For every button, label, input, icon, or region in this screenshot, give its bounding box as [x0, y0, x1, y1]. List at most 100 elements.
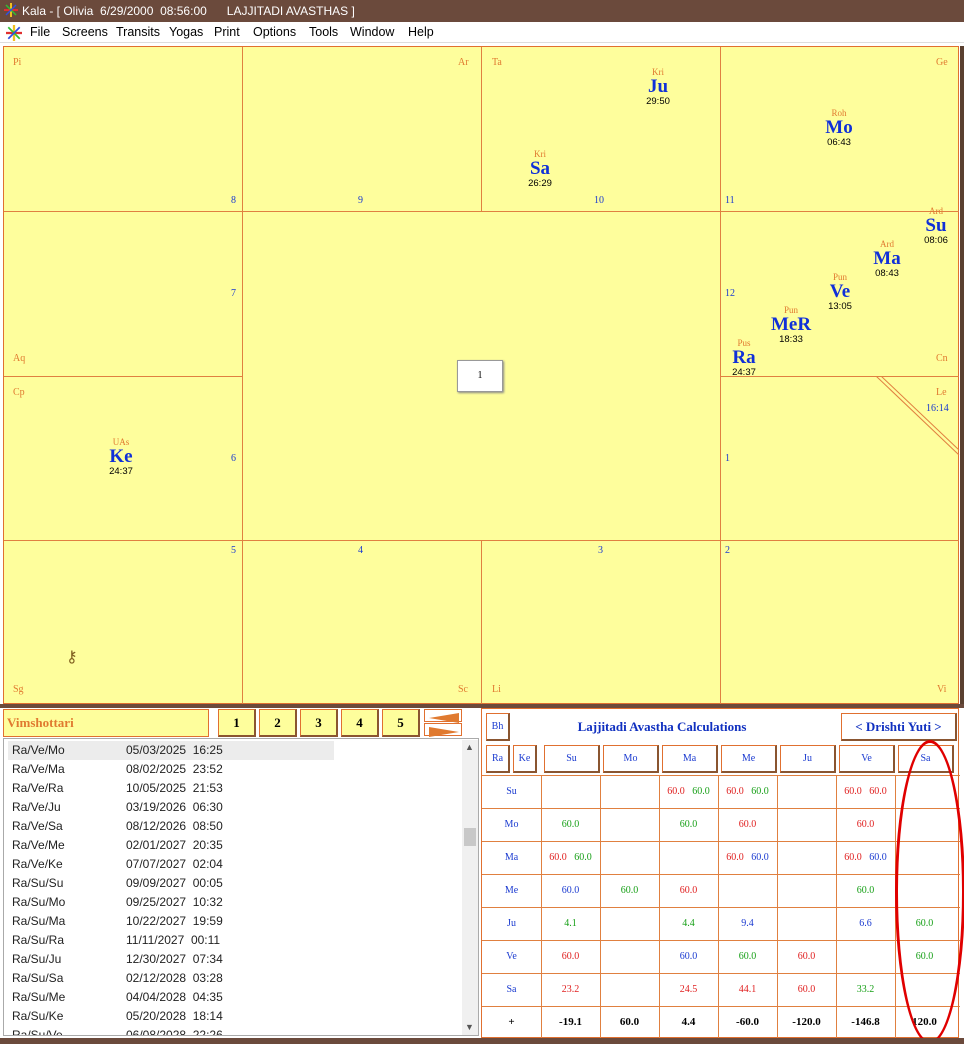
menu-file[interactable]: File [30, 22, 50, 43]
planet-name: Sa [529, 158, 551, 179]
planet-degree: 06:43 [827, 137, 851, 148]
dasha-date: 12/30/2027 07:34 [126, 952, 223, 966]
total-ma: 4.4 [681, 1016, 696, 1028]
planet-ju[interactable]: Kri Ju 29:50 [628, 67, 688, 107]
avastha-cell: 4.4 [659, 918, 718, 929]
list-item[interactable]: Ra/Ve/Mo 05/03/2025 16:25 [8, 741, 334, 760]
avastha-value: 60.0 [726, 852, 744, 863]
column-header-me[interactable]: Me [721, 745, 777, 773]
menu-window[interactable]: Window [350, 22, 394, 43]
column-header-su[interactable]: Su [544, 745, 600, 773]
avastha-value: 60.0 [844, 852, 862, 863]
ra-button[interactable]: Ra [486, 745, 510, 773]
bh-button[interactable]: Bh [486, 713, 510, 741]
sign-label-sg: Sg [13, 684, 24, 695]
avastha-value: 24.5 [679, 984, 698, 995]
avastha-cell: 60.0 60.0 [836, 786, 895, 797]
ke-button[interactable]: Ke [513, 745, 537, 773]
dasha-level-button-3[interactable]: 3 [300, 709, 338, 737]
kala-menu-icon[interactable] [6, 25, 22, 41]
rasi-chart[interactable]: Pi Ar Ta Ge Aq Cn Cp Le Sg Sc Li Vi 8 9 … [3, 46, 960, 704]
dasha-system-label[interactable]: Vimshottari [3, 709, 209, 737]
sign-label-ta: Ta [492, 57, 502, 68]
avastha-cell: 60.0 [777, 984, 836, 995]
dasha-lord: Ra/Ve/Mo [12, 743, 65, 757]
avastha-value: 23.2 [561, 984, 580, 995]
column-header-ve[interactable]: Ve [839, 745, 895, 773]
sign-label-aq: Aq [13, 353, 26, 364]
dasha-level-button-2[interactable]: 2 [259, 709, 297, 737]
dasha-level-button-4[interactable]: 4 [341, 709, 379, 737]
avastha-cell: 4.1 [541, 918, 600, 929]
dasha-lord: Ra/Su/Su [12, 876, 64, 890]
row-label-ma: Ma [504, 852, 519, 863]
arrow-left-icon [429, 713, 459, 723]
dasha-lord: Ra/Ve/Ju [12, 800, 61, 814]
avastha-value: 60.0 [679, 951, 698, 962]
dasha-date: 10/05/2025 21:53 [126, 781, 223, 795]
grid-line [4, 540, 959, 541]
dasha-level-button-1[interactable]: 1 [218, 709, 256, 737]
planet-ke[interactable]: UAs Ke 24:37 [91, 437, 151, 477]
menu-print[interactable]: Print [214, 22, 240, 43]
planet-degree: 24:37 [109, 466, 133, 477]
dasha-lord: Ra/Ve/Sa [12, 819, 63, 833]
menu-tools[interactable]: Tools [309, 22, 338, 43]
menu-options[interactable]: Options [253, 22, 296, 43]
column-header-ju[interactable]: Ju [780, 745, 836, 773]
drishti-yuti-button[interactable]: < Drishti Yuti > [841, 713, 957, 741]
planet-sa[interactable]: Kri Sa 26:29 [510, 149, 570, 189]
planet-ra[interactable]: Pus Ra 24:37 [714, 338, 774, 378]
avastha-value: 60.0 [679, 885, 698, 896]
dasha-lord: Ra/Su/Me [12, 990, 66, 1004]
dasha-date: 08/02/2025 23:52 [126, 762, 223, 776]
dasha-list[interactable]: Ra/Ve/Mo 05/03/2025 16:25 Ra/Ve/Ma 08/02/2… [3, 738, 479, 1036]
column-header-ma[interactable]: Ma [662, 745, 718, 773]
window-title: Kala - [ Olivia 6/29/2000 08:56:00 LAJJI… [22, 4, 355, 18]
house-number: 10 [594, 195, 604, 206]
avastha-value: 60.0 [869, 852, 887, 863]
grid-line [600, 775, 601, 1039]
menu-screens[interactable]: Screens [62, 22, 108, 43]
avastha-cell: 24.5 [659, 984, 718, 995]
avastha-value: 60.0 [751, 786, 769, 797]
avastha-value: 60.0 [667, 786, 685, 797]
prev-button[interactable] [424, 709, 462, 723]
avastha-value: 4.1 [564, 918, 577, 929]
avastha-cell: 60.0 [541, 819, 600, 830]
next-button[interactable] [424, 723, 462, 737]
center-button[interactable]: 1 [457, 360, 503, 392]
title-bar: Kala - [ Olivia 6/29/2000 08:56:00 LAJJI… [0, 0, 964, 22]
column-header-mo[interactable]: Mo [603, 745, 659, 773]
scrollbar[interactable]: ▲ ▼ [462, 740, 478, 1035]
avastha-value: 33.2 [856, 984, 875, 995]
scroll-up-icon[interactable]: ▲ [465, 742, 474, 752]
menu-transits[interactable]: Transits [116, 22, 160, 43]
sign-label-le: Le [936, 387, 947, 398]
planet-name: Su [925, 215, 947, 236]
avastha-panel: Bh Lajjitadi Avastha Calculations < Dris… [481, 708, 960, 1039]
total-su: -19.1 [559, 1016, 582, 1028]
menu-help[interactable]: Help [408, 22, 434, 43]
scroll-down-icon[interactable]: ▼ [465, 1022, 474, 1032]
avastha-cell: 60.0 60.0 [718, 786, 777, 797]
dasha-level-button-5[interactable]: 5 [382, 709, 420, 737]
arrow-right-icon [429, 727, 459, 737]
dasha-date: 10/22/2027 19:59 [126, 914, 223, 928]
scroll-thumb[interactable] [464, 828, 476, 846]
dasha-date: 09/09/2027 00:05 [126, 876, 223, 890]
avastha-value: 60.0 [574, 852, 592, 863]
dasha-date: 02/12/2028 03:28 [126, 971, 223, 985]
avastha-cell: 60.0 [659, 885, 718, 896]
house-number: 7 [231, 288, 236, 299]
row-label-su: Su [506, 786, 517, 797]
sign-label-li: Li [492, 684, 501, 695]
dasha-date: 04/04/2028 04:35 [126, 990, 223, 1004]
lagna-degree: 16:14 [926, 403, 949, 414]
menu-yogas[interactable]: Yogas [169, 22, 203, 43]
planet-mo[interactable]: Roh Mo 06:43 [809, 108, 869, 148]
total-ju: -120.0 [792, 1016, 821, 1028]
avastha-cell: 60.0 [600, 885, 659, 896]
avastha-cell: 44.1 [718, 984, 777, 995]
menu-bar: File Screens Transits Yogas Print Option… [0, 22, 964, 43]
